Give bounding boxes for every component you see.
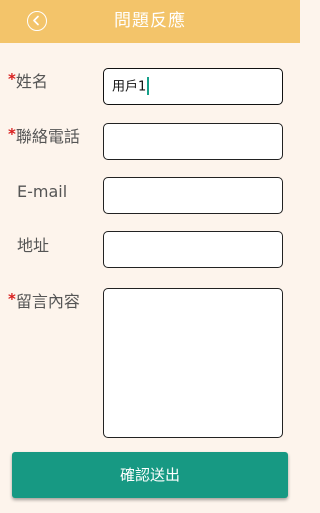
address-label: 地址 — [17, 236, 50, 255]
page-title: 問題反應 — [114, 11, 186, 31]
phone-label: *聯絡電話 — [8, 125, 80, 146]
email-input[interactable] — [103, 177, 283, 214]
phone-input[interactable] — [103, 123, 283, 160]
name-input[interactable]: 用戶1 — [103, 68, 283, 105]
text-caret — [147, 77, 149, 95]
name-input-value: 用戶1 — [112, 77, 149, 97]
email-label: E-mail — [17, 182, 68, 201]
required-mark: * — [8, 70, 16, 88]
message-label: *留言內容 — [8, 290, 80, 311]
submit-button[interactable]: 確認送出 — [12, 452, 288, 498]
name-label: *姓名 — [8, 70, 48, 91]
address-input[interactable] — [103, 231, 283, 268]
required-mark: * — [8, 125, 16, 143]
required-mark: * — [8, 290, 16, 308]
message-textarea[interactable] — [103, 288, 283, 438]
app-header: 問題反應 — [0, 0, 300, 43]
